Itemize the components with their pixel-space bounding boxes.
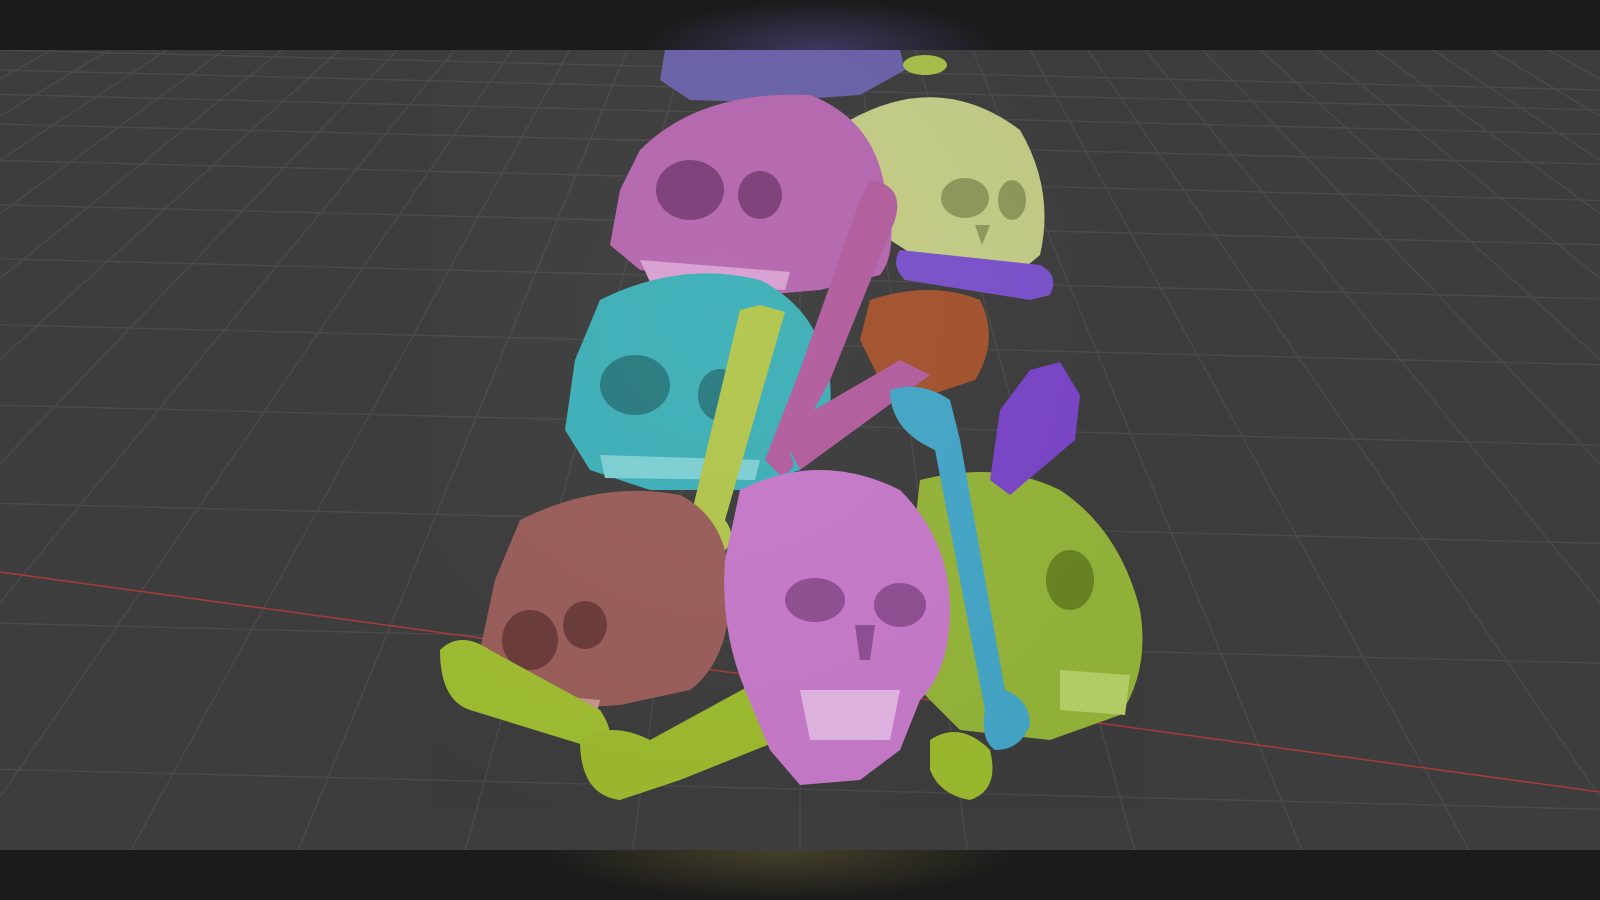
grid-line-depth: [0, 50, 111, 118]
3d-viewport[interactable]: [0, 50, 1600, 850]
grid-line-depth: [1144, 50, 1600, 604]
grid-line-depth: [0, 50, 53, 80]
grid-line-depth: [1466, 50, 1600, 850]
top-glow: [640, 0, 1000, 50]
grid-line-depth: [0, 50, 168, 162]
grid-line-depth: [1374, 50, 1600, 215]
skull-pile[interactable]: [430, 50, 1150, 810]
pile-shading: [430, 50, 1150, 810]
grid-line-depth: [1202, 50, 1600, 465]
viewport-canvas[interactable]: [0, 50, 1600, 850]
bottom-glow: [540, 850, 1020, 900]
grid-line-depth: [0, 50, 226, 215]
grid-line-depth: [1317, 50, 1600, 280]
grid-line-depth: [1489, 50, 1600, 118]
grid-line-depth: [1547, 50, 1600, 80]
grid-line-depth: [0, 50, 134, 850]
letterbox-top: [0, 0, 1600, 50]
video-frame: [0, 0, 1600, 900]
grid-line-depth: [0, 50, 283, 280]
grid-line-depth: [1432, 50, 1600, 162]
letterbox-bottom: [0, 850, 1600, 900]
